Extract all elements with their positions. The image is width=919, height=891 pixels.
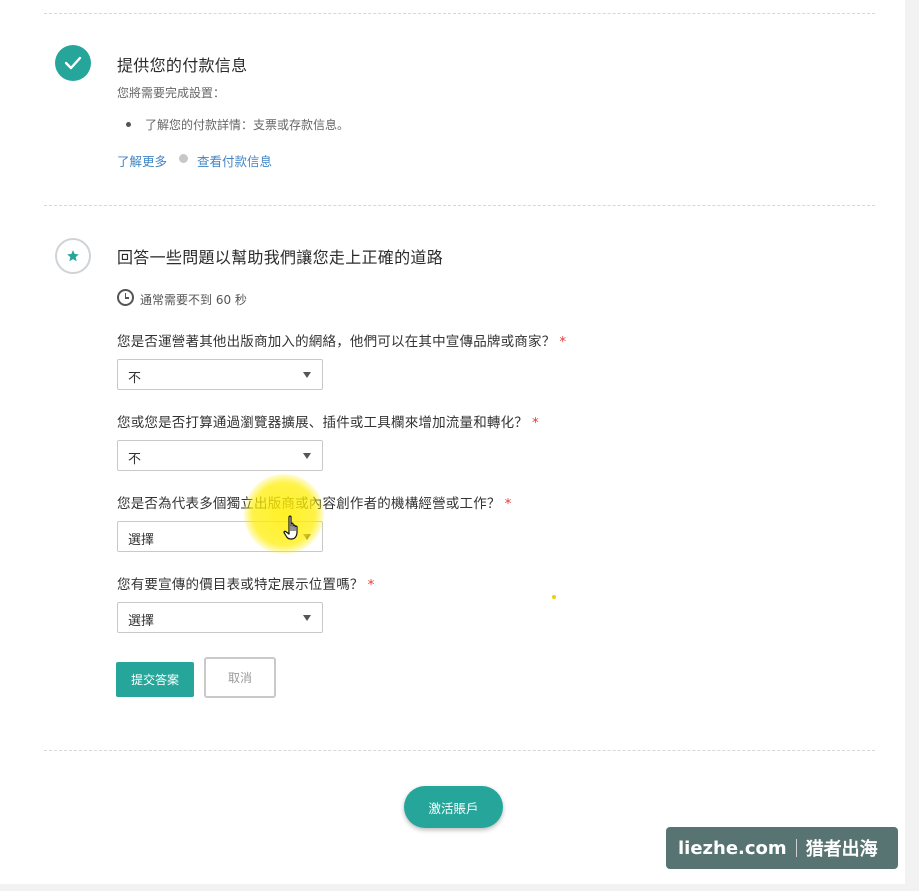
- caret-down-icon: [303, 372, 311, 378]
- check-circle-icon: [55, 45, 91, 81]
- required-marker: *: [504, 496, 512, 512]
- yellow-dot: [552, 595, 556, 599]
- question-4-text: 您有要宣傳的價目表或特定展示位置嗎？: [117, 577, 364, 593]
- payment-step-subtitle: 您將需要完成設置：: [117, 86, 226, 100]
- question-1-select[interactable]: 不: [117, 359, 323, 390]
- caret-down-icon: [303, 615, 311, 621]
- question-4-label: 您有要宣傳的價目表或特定展示位置嗎？ *: [117, 573, 375, 593]
- question-4-value: 選擇: [128, 614, 155, 629]
- onboarding-page: 提供您的付款信息 您將需要完成設置： 了解您的付款詳情：支票或存款信息。 了解更…: [0, 0, 905, 884]
- learn-more-link[interactable]: 了解更多: [117, 151, 167, 170]
- question-4-select[interactable]: 選擇: [117, 602, 323, 633]
- divider-bottom: [44, 750, 875, 751]
- required-marker: *: [532, 415, 539, 431]
- required-marker: *: [559, 334, 567, 350]
- question-1-label: 您是否運營著其他出版商加入的網絡，他們可以在其中宣傳品牌或商家？ *: [117, 330, 566, 350]
- view-payment-link[interactable]: 查看付款信息: [197, 151, 272, 170]
- time-hint: 通常需要不到 60 秒: [140, 293, 247, 307]
- watermark-separator: [795, 839, 797, 857]
- payment-step-bullet: 了解您的付款詳情：支票或存款信息。: [145, 118, 350, 132]
- required-marker: *: [367, 577, 375, 593]
- divider-top: [44, 13, 875, 14]
- watermark-domain: liezhe.com: [678, 837, 787, 859]
- caret-down-icon: [303, 534, 311, 540]
- question-3-select[interactable]: 選擇: [117, 521, 323, 552]
- watermark-badge: liezhe.com 猎者出海: [666, 827, 898, 869]
- question-3-value: 選擇: [128, 533, 155, 548]
- question-2-select[interactable]: 不: [117, 440, 323, 471]
- question-2-text: 您或您是否打算通過瀏覽器擴展、插件或工具欄來增加流量和轉化？: [117, 415, 528, 431]
- caret-down-icon: [303, 453, 311, 459]
- payment-step-title: 提供您的付款信息: [117, 56, 248, 75]
- clock-icon: [117, 289, 134, 306]
- question-2-value: 不: [128, 452, 142, 467]
- submit-answers-button[interactable]: 提交答案: [116, 662, 194, 697]
- watermark-brand: 猎者出海: [805, 839, 878, 860]
- question-1-value: 不: [128, 371, 142, 386]
- questions-step-title: 回答一些問題以幫助我們讓您走上正確的道路: [117, 248, 444, 267]
- cancel-button[interactable]: 取消: [204, 657, 276, 698]
- divider-middle: [44, 205, 875, 206]
- question-3-text: 您是否為代表多個獨立出版商或內容創作者的機構經營或工作？: [117, 496, 501, 512]
- question-1-text: 您是否運營著其他出版商加入的網絡，他們可以在其中宣傳品牌或商家？: [117, 334, 556, 350]
- separator-dot: [179, 154, 188, 163]
- star-circle-icon: [55, 238, 91, 274]
- bullet-dot: [126, 122, 131, 127]
- activate-account-button[interactable]: 激活賬戶: [404, 786, 503, 828]
- question-2-label: 您或您是否打算通過瀏覽器擴展、插件或工具欄來增加流量和轉化？ *: [117, 411, 539, 431]
- question-3-label: 您是否為代表多個獨立出版商或內容創作者的機構經營或工作？ *: [117, 492, 512, 512]
